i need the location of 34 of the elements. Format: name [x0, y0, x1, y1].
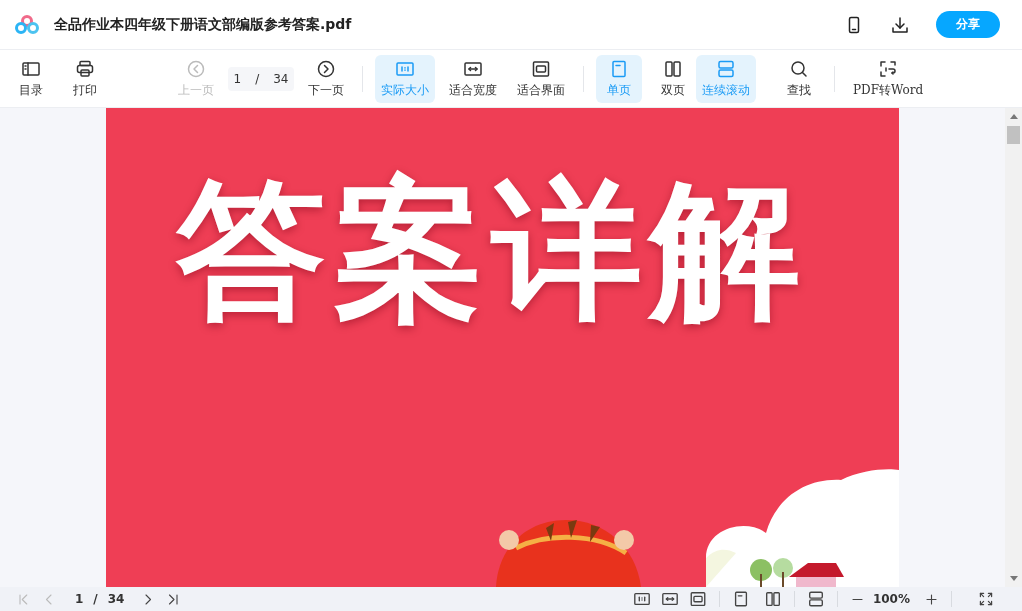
download-icon[interactable]	[890, 14, 910, 35]
toolbar-button[interactable]: PDF转Word	[847, 54, 930, 103]
toolbar-button[interactable]: 目录	[8, 54, 54, 103]
fit-width-icon[interactable]	[660, 590, 679, 608]
page-heading: 答案详解	[174, 162, 809, 339]
app-logo	[14, 14, 40, 35]
single-page-icon	[609, 58, 629, 79]
double-page-icon	[663, 58, 683, 79]
total-pages: 34	[107, 592, 125, 606]
fit-page-icon[interactable]	[688, 590, 707, 608]
toolbar-button[interactable]: 适合宽度	[443, 54, 503, 103]
previous-icon	[186, 58, 206, 79]
fullscreen-icon[interactable]	[978, 591, 994, 607]
zoom-level: 100%	[872, 592, 910, 606]
toolbar-button[interactable]: 查找	[776, 54, 822, 103]
toolbar-button[interactable]: 适合界面	[511, 54, 571, 103]
toolbar-button[interactable]: 双页	[650, 54, 696, 103]
fit-page-icon	[531, 58, 551, 79]
next-icon	[316, 58, 336, 79]
actual-size-icon[interactable]	[632, 590, 651, 608]
page-number-field[interactable]: 1 / 34	[228, 66, 294, 91]
search-icon	[789, 58, 809, 79]
zoom-in-icon[interactable]	[924, 591, 939, 607]
convert-icon	[878, 58, 899, 79]
toolbar-button[interactable]: 下一页	[302, 54, 350, 103]
double-page-icon[interactable]	[763, 590, 782, 608]
page-separator: /	[93, 592, 98, 606]
print-icon	[75, 58, 95, 79]
scrollbar[interactable]	[1005, 108, 1022, 587]
file-title: 全品作业本四年级下册语文部编版参考答案.pdf	[54, 15, 353, 34]
toolbar-button[interactable]: 打印	[62, 54, 108, 103]
continuous-scroll-icon[interactable]	[806, 590, 825, 608]
continuous-scroll-icon	[716, 58, 736, 79]
current-page: 1	[75, 592, 84, 606]
